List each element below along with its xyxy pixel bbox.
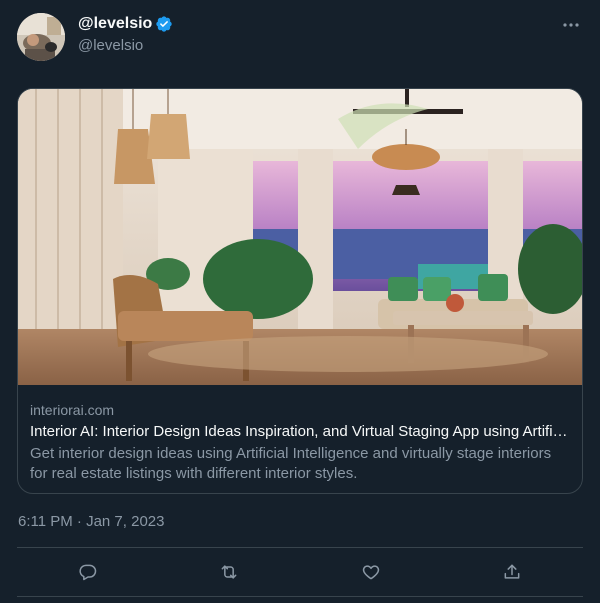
- tweet-timestamp[interactable]: 6:11 PM · Jan 7, 2023: [18, 512, 164, 532]
- more-dots-icon[interactable]: [560, 14, 582, 36]
- card-title: Interior AI: Interior Design Ideas Inspi…: [30, 423, 568, 440]
- retweet-icon[interactable]: [212, 555, 246, 589]
- divider: [17, 596, 583, 597]
- share-icon[interactable]: [495, 555, 529, 589]
- card-domain: interiorai.com: [30, 402, 115, 418]
- card-image[interactable]: [18, 89, 582, 385]
- verified-badge-icon: [155, 15, 173, 33]
- link-card[interactable]: interiorai.com Interior AI: Interior Des…: [17, 88, 583, 494]
- action-bar: [17, 549, 583, 595]
- avatar[interactable]: [17, 13, 65, 61]
- author-handle[interactable]: @levelsio: [78, 37, 143, 55]
- divider: [17, 547, 583, 548]
- reply-icon[interactable]: [71, 555, 105, 589]
- author-display-name[interactable]: @levelsio: [78, 14, 173, 34]
- heart-icon[interactable]: [354, 555, 388, 589]
- tweet: @levelsio @levelsio interiorai.com Inter…: [0, 0, 600, 603]
- author-name-text: @levelsio: [78, 15, 153, 32]
- card-description: Get interior design ideas using Artifici…: [30, 445, 552, 482]
